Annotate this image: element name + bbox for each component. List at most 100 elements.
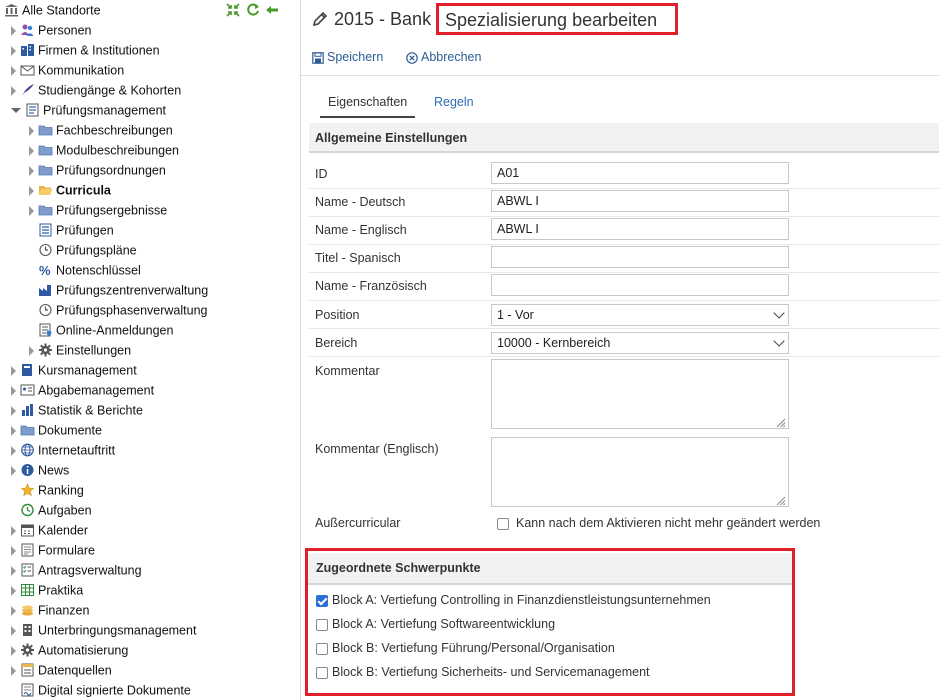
cancel-button[interactable]: Abbrechen — [406, 48, 481, 66]
sidebar-item[interactable]: Ranking — [11, 480, 84, 500]
focus-area-item[interactable]: Block A: Vertiefung Controlling in Finan… — [316, 590, 711, 610]
focus-area-item[interactable]: Block B: Vertiefung Sicherheits- und Ser… — [316, 662, 650, 682]
triangle-right-icon[interactable] — [11, 625, 16, 636]
sidebar-item-label: Aufgaben — [38, 503, 92, 518]
triangle-right-icon[interactable] — [11, 565, 16, 576]
triangle-right-icon[interactable] — [11, 385, 16, 396]
area-select[interactable]: 10000 - Kernbereich — [491, 332, 789, 354]
tree-tools — [226, 3, 281, 19]
comment-en-textarea[interactable] — [491, 437, 789, 507]
extracurricular-option[interactable]: Kann nach dem Aktivieren nicht mehr geän… — [497, 516, 820, 530]
back-arrow-icon[interactable] — [265, 3, 279, 17]
triangle-down-icon[interactable] — [11, 108, 21, 114]
triangle-right-icon[interactable] — [11, 65, 16, 76]
sidebar-item[interactable]: Einstellungen — [29, 340, 131, 360]
sidebar-item[interactable]: Fachbeschreibungen — [29, 120, 173, 140]
id-input[interactable] — [491, 162, 789, 184]
sidebar-item[interactable]: Online-Anmeldungen — [29, 320, 173, 340]
sidebar-item[interactable]: Prüfungsmanagement — [11, 100, 166, 120]
focus-area-checkbox[interactable] — [316, 618, 328, 631]
sidebar-item[interactable]: Internetauftritt — [11, 440, 115, 460]
tab-rules[interactable]: Regeln — [434, 92, 474, 116]
triangle-right-icon[interactable] — [29, 165, 34, 176]
refresh-icon[interactable] — [246, 3, 260, 17]
focus-area-checkbox[interactable] — [316, 594, 328, 607]
sidebar-item[interactable]: Prüfungszentrenverwaltung — [29, 280, 208, 300]
sidebar-item[interactable]: Dokumente — [11, 420, 102, 440]
triangle-right-icon[interactable] — [29, 345, 34, 356]
position-select[interactable]: 1 - Vor — [491, 304, 789, 326]
sidebar-item[interactable]: Statistik & Berichte — [11, 400, 143, 420]
triangle-right-icon[interactable] — [11, 605, 16, 616]
triangle-right-icon[interactable] — [11, 545, 16, 556]
name-de-input[interactable] — [491, 190, 789, 212]
sidebar-item[interactable]: Personen — [11, 20, 92, 40]
grid-icon — [20, 583, 35, 597]
sidebar-item[interactable]: Digital signierte Dokumente — [11, 680, 191, 700]
triangle-right-icon[interactable] — [29, 185, 34, 196]
name-fr-input[interactable] — [491, 274, 789, 296]
sidebar-item[interactable]: Prüfungsergebnisse — [29, 200, 167, 220]
save-button[interactable]: Speichern — [312, 48, 383, 66]
collapse-all-icon[interactable] — [226, 3, 240, 17]
sidebar-item[interactable]: Praktika — [11, 580, 83, 600]
gear-icon — [20, 643, 35, 657]
focus-area-checkbox[interactable] — [316, 642, 328, 655]
companies-icon — [20, 43, 35, 57]
focus-area-checkbox[interactable] — [316, 666, 328, 679]
tree-root[interactable]: Alle Standorte — [4, 0, 101, 20]
sidebar-item[interactable]: Kursmanagement — [11, 360, 137, 380]
focus-area-label: Block A: Vertiefung Controlling in Finan… — [332, 593, 711, 607]
triangle-right-icon[interactable] — [29, 145, 34, 156]
triangle-right-icon[interactable] — [11, 85, 16, 96]
triangle-right-icon[interactable] — [11, 645, 16, 656]
triangle-right-icon[interactable] — [29, 125, 34, 136]
sidebar-item[interactable]: Unterbringungsmanagement — [11, 620, 196, 640]
sidebar-item-label: Statistik & Berichte — [38, 403, 143, 418]
triangle-right-icon[interactable] — [11, 585, 16, 596]
sidebar-item[interactable]: Abgabemanagement — [11, 380, 154, 400]
sidebar-item[interactable]: Curricula — [29, 180, 111, 200]
triangle-right-icon[interactable] — [11, 465, 16, 476]
sidebar-item[interactable]: News — [11, 460, 69, 480]
title-bar: 2015 - Bank Spezialisierung bearbeiten — [301, 0, 939, 40]
sidebar-item[interactable]: Antragsverwaltung — [11, 560, 142, 580]
sidebar-item[interactable]: Prüfungsphasenverwaltung — [29, 300, 208, 320]
sidebar-item[interactable]: Formulare — [11, 540, 95, 560]
sidebar-item[interactable]: % Notenschlüssel — [29, 260, 141, 280]
sidebar-item-label: Kommunikation — [38, 63, 125, 78]
focus-area-item[interactable]: Block A: Vertiefung Softwareentwicklung — [316, 614, 555, 634]
sidebar-item[interactable]: Kalender — [11, 520, 88, 540]
triangle-right-icon[interactable] — [11, 445, 16, 456]
sidebar-item[interactable]: Prüfungspläne — [29, 240, 137, 260]
triangle-right-icon[interactable] — [11, 45, 16, 56]
extracurricular-checkbox[interactable] — [497, 517, 509, 530]
sidebar-item[interactable]: Automatisierung — [11, 640, 128, 660]
sidebar-item[interactable]: Firmen & Institutionen — [11, 40, 160, 60]
resize-grip-icon[interactable] — [776, 416, 786, 428]
focus-area-item[interactable]: Block B: Vertiefung Führung/Personal/Org… — [316, 638, 615, 658]
title-es-input[interactable] — [491, 246, 789, 268]
sidebar-item[interactable]: Studiengänge & Kohorten — [11, 80, 181, 100]
triangle-right-icon[interactable] — [11, 525, 16, 536]
triangle-right-icon[interactable] — [11, 365, 16, 376]
sidebar-item[interactable]: Finanzen — [11, 600, 89, 620]
triangle-right-icon[interactable] — [29, 205, 34, 216]
sidebar-item[interactable]: Aufgaben — [11, 500, 92, 520]
folder-icon — [38, 123, 53, 137]
sidebar-item-label: Fachbeschreibungen — [56, 123, 173, 138]
triangle-right-icon[interactable] — [11, 405, 16, 416]
triangle-right-icon[interactable] — [11, 665, 16, 676]
sidebar-item[interactable]: Datenquellen — [11, 660, 112, 680]
resize-grip-icon[interactable] — [776, 494, 786, 506]
sidebar-item[interactable]: Prüfungsordnungen — [29, 160, 166, 180]
comment-en-label: Kommentar (Englisch) — [315, 442, 439, 456]
tab-properties[interactable]: Eigenschaften — [320, 92, 416, 118]
sidebar-item[interactable]: Prüfungen — [29, 220, 114, 240]
sidebar-item[interactable]: Modulbeschreibungen — [29, 140, 179, 160]
comment-textarea[interactable] — [491, 359, 789, 429]
sidebar-item[interactable]: Kommunikation — [11, 60, 124, 80]
triangle-right-icon[interactable] — [11, 25, 16, 36]
name-en-input[interactable] — [491, 218, 789, 240]
triangle-right-icon[interactable] — [11, 425, 16, 436]
